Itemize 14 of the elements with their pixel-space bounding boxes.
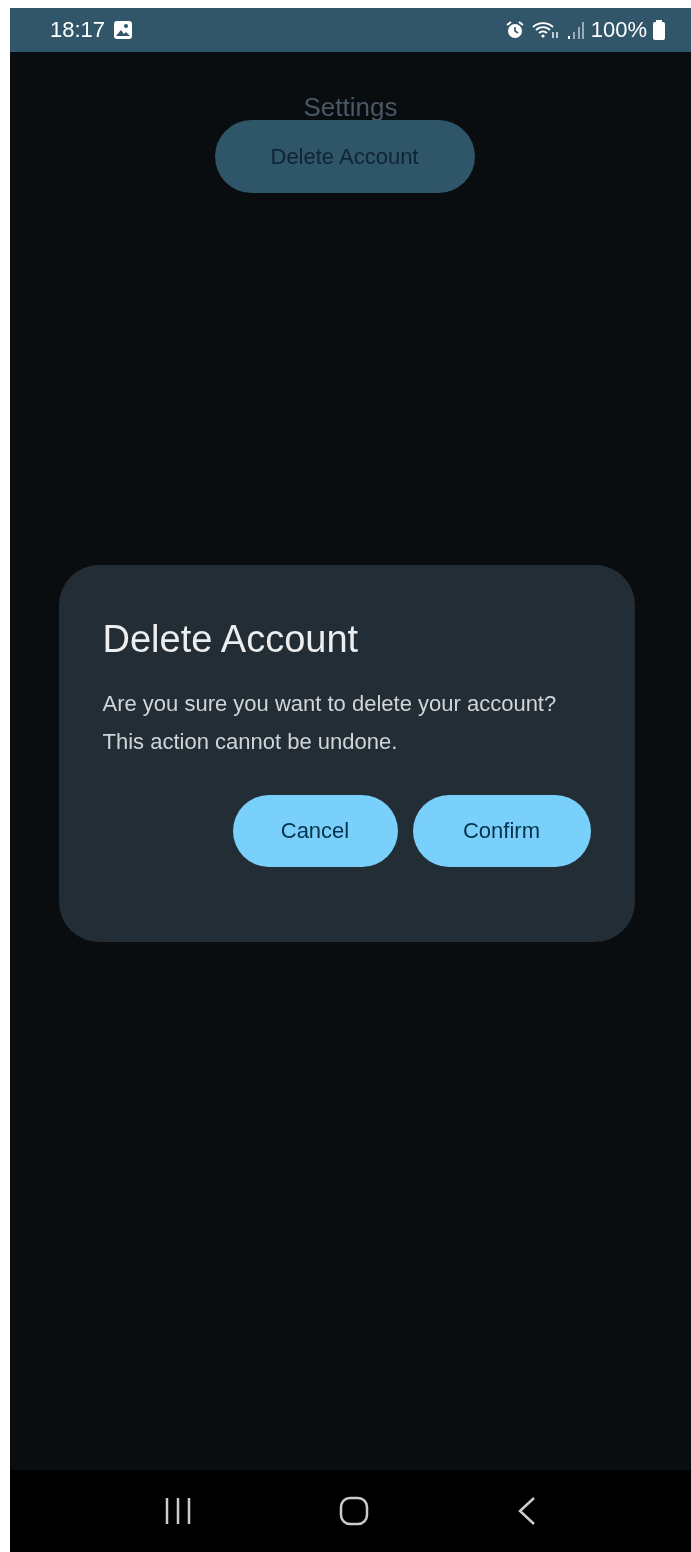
dialog-title: Delete Account [102,617,360,662]
clock-time: 18:17 [50,17,106,43]
confirm-button[interactable]: Confirm [412,795,591,867]
cancel-button[interactable]: Cancel [232,795,398,867]
battery-percentage: 100% [590,17,647,43]
screen-title: Settings [303,92,398,122]
signal-icon [566,20,585,40]
battery-icon [653,20,665,40]
image-icon [113,20,134,40]
alarm-icon [504,20,525,40]
recent-apps-icon[interactable] [163,1496,192,1526]
wifi-icon [530,20,561,40]
home-icon[interactable] [339,1496,370,1526]
dialog-message: Are you sure you want to delete your account? This action cannot be undone. [102,690,558,756]
